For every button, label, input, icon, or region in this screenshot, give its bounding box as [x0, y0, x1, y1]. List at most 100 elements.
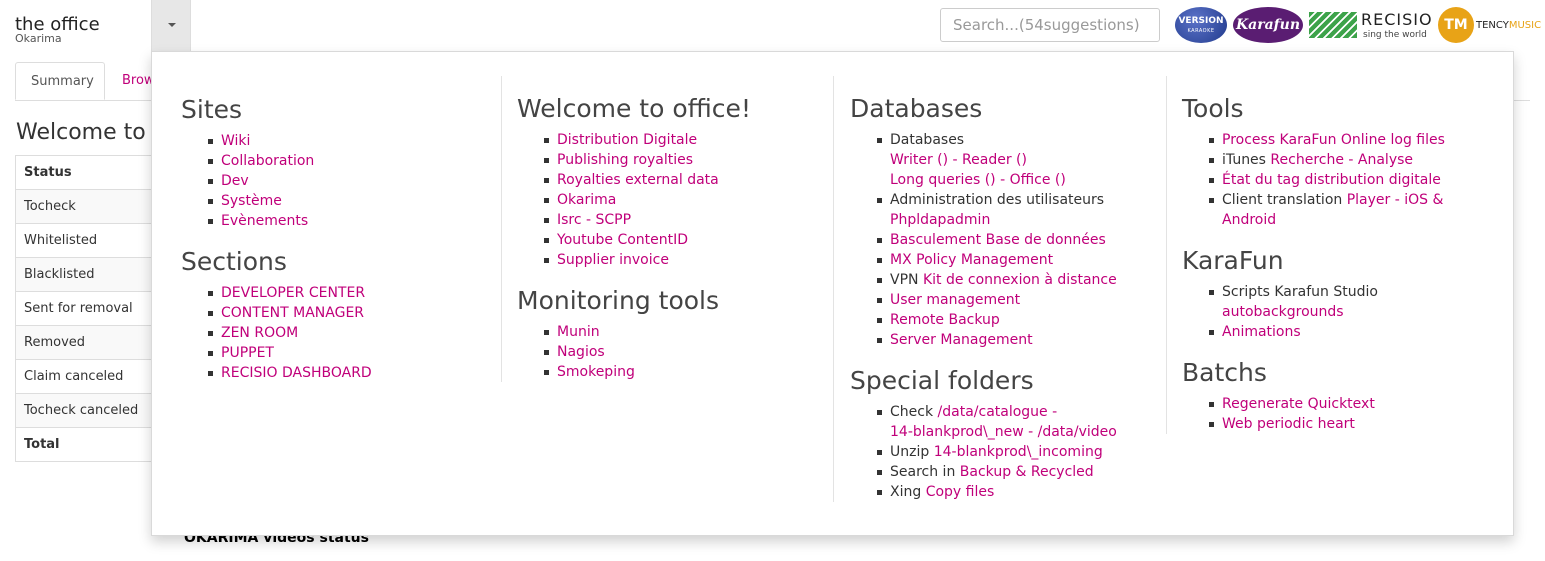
- link-munin[interactable]: Munin: [557, 324, 600, 340]
- karafun-logo[interactable]: Karafun: [1233, 7, 1303, 43]
- list-item: ZEN ROOM: [208, 323, 485, 343]
- link-developer-center[interactable]: DEVELOPER CENTER: [221, 285, 365, 301]
- sites-heading: Sites: [181, 95, 243, 124]
- link-isrc-scpp[interactable]: Isrc - SCPP: [557, 212, 631, 228]
- link-player[interactable]: Player: [1347, 192, 1391, 208]
- tency-text-a: TENCY: [1476, 20, 1509, 31]
- client-translation-label: Client translation: [1222, 192, 1343, 208]
- link-copy-files[interactable]: Copy files: [926, 484, 995, 500]
- link-backup-recycled[interactable]: Backup & Recycled: [960, 464, 1094, 480]
- link-regenerate-quicktext[interactable]: Regenerate Quicktext: [1222, 396, 1375, 412]
- list-item: Search in Backup & Recycled: [877, 462, 1166, 482]
- recisio-tagline: sing the world: [1363, 30, 1427, 40]
- list-item: Regenerate Quicktext: [1209, 394, 1499, 414]
- link-web-periodic-heart[interactable]: Web periodic heart: [1222, 416, 1355, 432]
- karafun-heading: KaraFun: [1182, 246, 1284, 275]
- recisio-mark-icon: [1309, 12, 1357, 38]
- link-evenements[interactable]: Evènements: [221, 213, 308, 229]
- list-item: Evènements: [208, 211, 485, 231]
- list-item: Xing Copy files: [877, 482, 1166, 502]
- list-item: Munin: [544, 322, 834, 342]
- top-navbar: the office Okarima VERSION KARAOKE Karaf…: [0, 0, 1545, 51]
- sections-list: DEVELOPER CENTER CONTENT MANAGER ZEN ROO…: [181, 283, 485, 383]
- link-etat-tag[interactable]: État du tag distribution digitale: [1222, 172, 1441, 188]
- version-logo-sub: KARAOKE: [1187, 28, 1215, 34]
- tency-text-b: MUSIC: [1508, 20, 1542, 31]
- databases-heading: Databases: [850, 94, 983, 123]
- itunes-label: iTunes: [1222, 152, 1266, 168]
- welcome-heading: Welcome to office!: [517, 94, 751, 123]
- xing-label: Xing: [890, 484, 922, 500]
- link-office[interactable]: Office (): [1010, 172, 1066, 188]
- menu-column-databases: Databases Databases Writer () - Reader (…: [833, 76, 1166, 502]
- link-content-manager[interactable]: CONTENT MANAGER: [221, 305, 364, 321]
- link-long-queries[interactable]: Long queries (): [890, 172, 996, 188]
- separator: -: [1343, 152, 1358, 168]
- link-royalties-external-data[interactable]: Royalties external data: [557, 172, 719, 188]
- list-item: Smokeping: [544, 362, 834, 382]
- tools-list: Process KaraFun Online log files iTunes …: [1182, 130, 1499, 230]
- link-nagios[interactable]: Nagios: [557, 344, 605, 360]
- link-server-management[interactable]: Server Management: [890, 332, 1033, 348]
- link-smokeping[interactable]: Smokeping: [557, 364, 635, 380]
- recisio-logo[interactable]: RECISIO sing the world: [1309, 6, 1433, 44]
- link-youtube-contentid[interactable]: Youtube ContentID: [557, 232, 688, 248]
- link-zen-room[interactable]: ZEN ROOM: [221, 325, 298, 341]
- list-item: État du tag distribution digitale: [1209, 170, 1499, 190]
- special-folders-heading: Special folders: [850, 366, 1034, 395]
- link-puppet[interactable]: PUPPET: [221, 345, 274, 361]
- link-blankprod-incoming[interactable]: 14-blankprod\_incoming: [934, 444, 1103, 460]
- link-reader[interactable]: Reader (): [962, 152, 1027, 168]
- list-item: Check /data/catalogue - 14-blankprod\_ne…: [877, 402, 1166, 442]
- link-publishing-royalties[interactable]: Publishing royalties: [557, 152, 693, 168]
- list-item: Nagios: [544, 342, 834, 362]
- link-distribution-digitale[interactable]: Distribution Digitale: [557, 132, 697, 148]
- separator: -: [1390, 192, 1405, 208]
- link-basculement[interactable]: Basculement Base de données: [890, 232, 1106, 248]
- list-item: Royalties external data: [544, 170, 834, 190]
- list-item: CONTENT MANAGER: [208, 303, 485, 323]
- list-item: Wiki: [208, 131, 485, 151]
- link-data-catalogue[interactable]: /data/catalogue: [938, 404, 1048, 420]
- link-vpn-kit[interactable]: Kit de connexion à distance: [923, 272, 1117, 288]
- link-okarima[interactable]: Okarima: [557, 192, 616, 208]
- link-itunes-analyse[interactable]: Analyse: [1358, 152, 1413, 168]
- link-recisio-dashboard[interactable]: RECISIO DASHBOARD: [221, 365, 372, 381]
- link-dev[interactable]: Dev: [221, 173, 249, 189]
- list-item: Process KaraFun Online log files: [1209, 130, 1499, 150]
- menu-column-tools: Tools Process KaraFun Online log files i…: [1166, 76, 1499, 434]
- link-itunes-recherche[interactable]: Recherche: [1270, 152, 1344, 168]
- link-mx-policy[interactable]: MX Policy Management: [890, 252, 1053, 268]
- link-systeme[interactable]: Système: [221, 193, 282, 209]
- scripts-studio-label: Scripts Karafun Studio: [1222, 284, 1378, 300]
- link-wiki[interactable]: Wiki: [221, 133, 250, 149]
- list-item: User management: [877, 290, 1166, 310]
- link-phpldapadmin[interactable]: Phpldapadmin: [890, 212, 990, 228]
- tency-music-logo[interactable]: TM TENCYMUSIC: [1438, 6, 1543, 44]
- search-input[interactable]: [940, 8, 1160, 42]
- link-writer[interactable]: Writer (): [890, 152, 948, 168]
- list-item: Publishing royalties: [544, 150, 834, 170]
- tab-summary[interactable]: Summary: [15, 62, 105, 100]
- list-item: Supplier invoice: [544, 250, 834, 270]
- karafun-logo-text: Karafun: [1235, 17, 1301, 33]
- link-data-video[interactable]: /data/video: [1038, 424, 1117, 440]
- link-autobackgrounds[interactable]: autobackgrounds: [1222, 304, 1344, 320]
- list-item: MX Policy Management: [877, 250, 1166, 270]
- link-supplier-invoice[interactable]: Supplier invoice: [557, 252, 669, 268]
- link-process-karafun-log[interactable]: Process KaraFun Online log files: [1222, 132, 1445, 148]
- page-title: Welcome to: [16, 120, 146, 145]
- menu-dropdown-toggle[interactable]: [151, 0, 191, 51]
- link-remote-backup[interactable]: Remote Backup: [890, 312, 1000, 328]
- list-item: Administration des utilisateurs Phpldapa…: [877, 190, 1166, 230]
- monitoring-list: Munin Nagios Smokeping: [517, 322, 834, 382]
- karafun-list: Scripts Karafun Studio autobackgrounds An…: [1182, 282, 1499, 342]
- version-karaoke-logo[interactable]: VERSION KARAOKE: [1175, 7, 1227, 43]
- link-user-management[interactable]: User management: [890, 292, 1020, 308]
- link-collaboration[interactable]: Collaboration: [221, 153, 314, 169]
- menu-column-welcome: Welcome to office! Distribution Digitale…: [501, 76, 834, 382]
- list-item: Client translation Player - iOS & Androi…: [1209, 190, 1499, 230]
- batchs-list: Regenerate Quicktext Web periodic heart: [1182, 394, 1499, 434]
- link-animations[interactable]: Animations: [1222, 324, 1301, 340]
- link-blankprod-new[interactable]: 14-blankprod\_new: [890, 424, 1024, 440]
